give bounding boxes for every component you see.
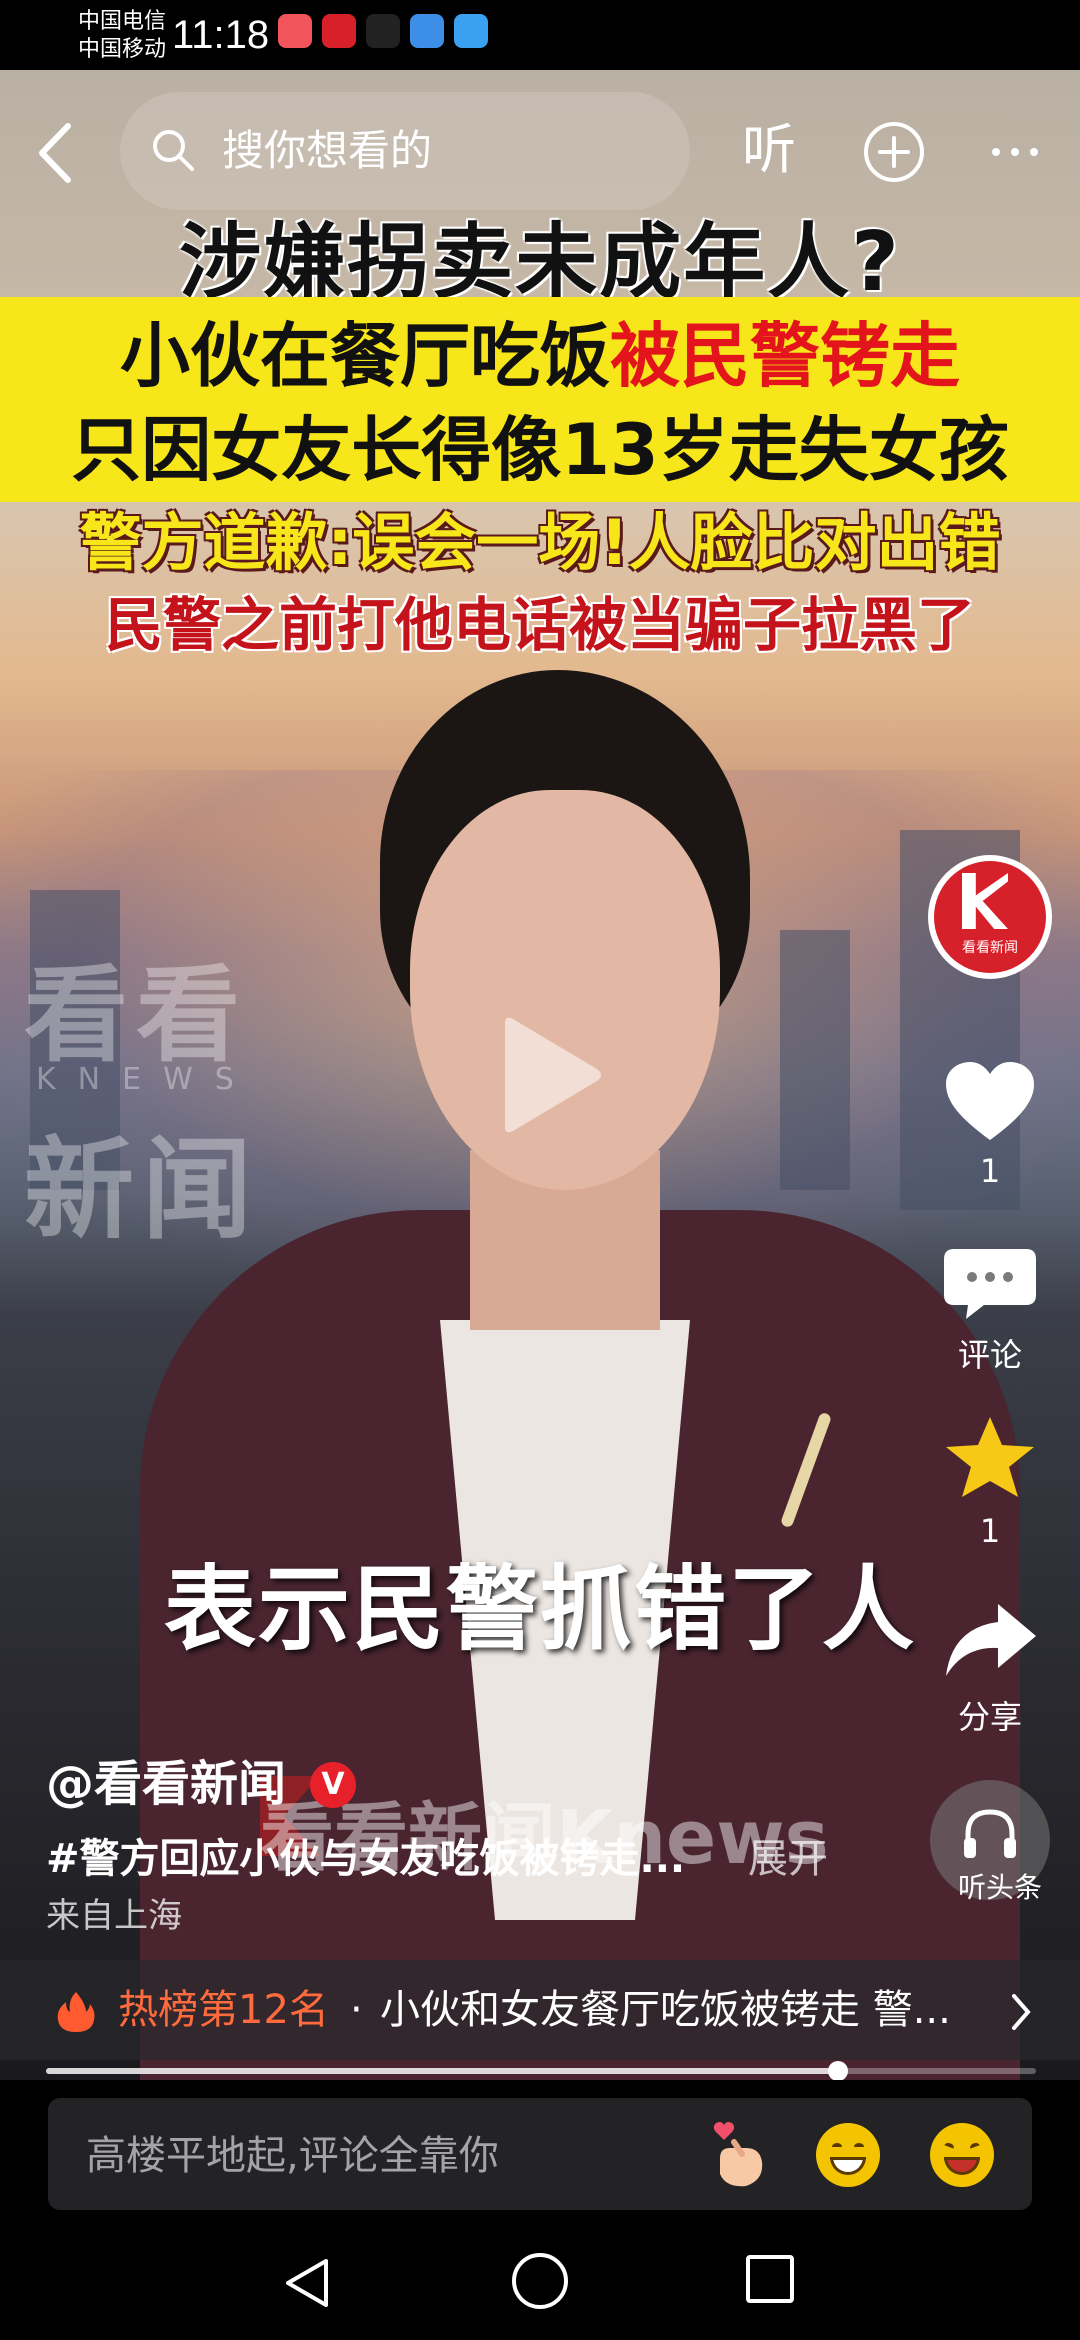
like-count: 1 <box>979 1152 1001 1190</box>
system-back-icon[interactable] <box>280 2255 336 2311</box>
fire-icon <box>57 1992 95 2032</box>
listen-news-label: 听头条 <box>957 1871 1042 1904</box>
search-icon <box>153 130 194 171</box>
browser-icon <box>410 14 444 48</box>
post-description[interactable]: #警方回应小伙与女友吃饭被铐走... <box>46 1832 746 1886</box>
listen-button[interactable]: 听 <box>742 118 796 182</box>
headphones-icon <box>964 1809 1016 1858</box>
bank-app-icon <box>322 14 356 48</box>
weather-icon <box>454 14 488 48</box>
laugh-emoji-icon[interactable] <box>930 2123 994 2187</box>
favorite-star-icon[interactable] <box>940 1415 1040 1499</box>
watermark-xin: 新闻 <box>24 1126 260 1254</box>
search-placeholder: 搜你想看的 <box>222 126 433 175</box>
share-arrow-icon[interactable] <box>940 1600 1040 1680</box>
huawei-store-icon <box>278 14 312 48</box>
comment-label: 评论 <box>957 1336 1022 1374</box>
channel-avatar-label: 看看新闻 <box>962 940 1018 956</box>
banner-line-1-red: 被民警铐走 <box>610 315 960 397</box>
author-name[interactable]: @看看新闻 <box>46 1752 286 1816</box>
background-building <box>780 930 850 1190</box>
grin-emoji-icon[interactable] <box>816 2123 880 2187</box>
banner-line-1: 小伙在餐厅吃饭被民警铐走 <box>0 308 1080 404</box>
video-caption: 表示民警抓错了人 <box>163 1556 916 1663</box>
channel-avatar[interactable]: 看看新闻 <box>928 855 1052 979</box>
hot-rank-label: 热榜第12名 <box>118 1987 329 2033</box>
location-label: 来自上海 <box>46 1896 182 1936</box>
more-options-icon[interactable] <box>990 146 1040 158</box>
link-app-icon <box>366 14 400 48</box>
back-arrow-icon[interactable] <box>30 120 80 186</box>
watermark-kan: 看看 <box>24 954 249 1076</box>
favorite-count: 1 <box>979 1512 1001 1550</box>
banner-line-1-black: 小伙在餐厅吃饭 <box>120 315 610 397</box>
add-circle-icon[interactable] <box>862 120 926 184</box>
status-bar: 中国电信 中国移动 11:18 <box>0 0 1080 70</box>
expand-button[interactable]: 展开 <box>748 1832 828 1886</box>
notification-icons <box>278 14 488 48</box>
carrier-2: 中国移动 <box>78 37 167 62</box>
comment-bubble-icon[interactable] <box>940 1245 1040 1323</box>
share-label: 分享 <box>957 1698 1022 1736</box>
clock: 11:18 <box>172 13 270 57</box>
carrier-labels: 中国电信 中国移动 <box>78 8 166 64</box>
hot-separator: · <box>350 1987 363 2033</box>
system-recents-icon[interactable] <box>746 2255 794 2303</box>
chevron-right-icon[interactable] <box>1008 1992 1034 2032</box>
carrier-1: 中国电信 <box>78 9 167 34</box>
comment-placeholder: 高楼平地起,评论全靠你 <box>86 2133 499 2179</box>
progress-fill <box>46 2068 838 2074</box>
verified-badge-icon: V <box>310 1762 356 1808</box>
watermark-knews: KNEWS <box>36 1062 256 1097</box>
play-icon[interactable] <box>495 1015 605 1135</box>
banner-line-2: 只因女友长得像13岁走失女孩 <box>71 409 1009 491</box>
subheadline-2: 民警之前打他电话被当骗子拉黑了 <box>104 591 975 659</box>
hot-topic-title: 小伙和女友餐厅吃饭被铐走 警... <box>380 1987 951 2033</box>
subheadline-1: 警方道歉:误会一场!人脸比对出错 <box>79 506 1001 579</box>
system-home-icon[interactable] <box>512 2253 568 2309</box>
progress-knob[interactable] <box>828 2061 848 2081</box>
heart-hand-emoji-icon[interactable] <box>706 2118 770 2190</box>
like-heart-icon[interactable] <box>940 1058 1040 1144</box>
